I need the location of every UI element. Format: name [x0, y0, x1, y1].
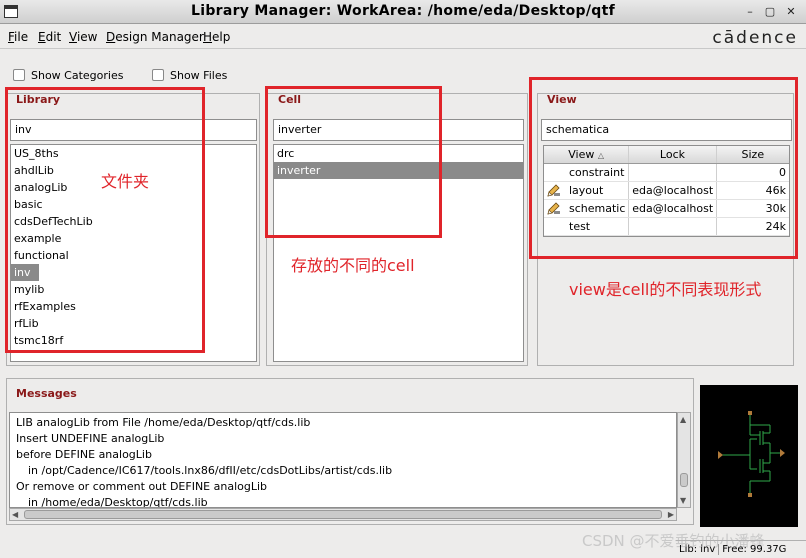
- scroll-left-icon[interactable]: ◀: [12, 510, 18, 519]
- show-categories-toggle[interactable]: Show Categories: [13, 67, 123, 83]
- message-line: Or remove or comment out DEFINE analogLi…: [16, 480, 268, 493]
- show-categories-label: Show Categories: [31, 68, 124, 82]
- view-highlight-box: [529, 77, 798, 259]
- menu-edit[interactable]: Edit: [38, 30, 61, 44]
- message-line: before DEFINE analogLib: [16, 448, 152, 461]
- menu-file[interactable]: File: [8, 30, 28, 44]
- scroll-right-icon[interactable]: ▶: [668, 510, 674, 519]
- menu-view[interactable]: View: [69, 30, 97, 44]
- horizontal-scroll-thumb[interactable]: [24, 510, 662, 519]
- schematic-preview: [700, 385, 798, 527]
- status-lib: Lib: inv: [676, 544, 720, 555]
- window-title: Library Manager: WorkArea: /home/eda/Des…: [191, 3, 615, 19]
- message-lines: LIB analogLib from File /home/eda/Deskto…: [10, 415, 676, 508]
- show-files-toggle[interactable]: Show Files: [152, 67, 227, 83]
- menu-bar: File Edit View Design Manager Help cāden…: [0, 25, 806, 49]
- status-free: Free: 99.37G: [722, 544, 787, 555]
- menu-design-manager[interactable]: Design Manager: [106, 30, 204, 44]
- message-line: in /opt/Cadence/IC617/tools.lnx86/dfII/e…: [28, 464, 393, 477]
- show-files-label: Show Files: [170, 68, 228, 82]
- messages-horizontal-scrollbar[interactable]: ◀ ▶: [9, 508, 677, 521]
- message-line: LIB analogLib from File /home/eda/Deskto…: [16, 416, 311, 429]
- status-bar: Lib: inv Free: 99.37G: [676, 540, 806, 558]
- vertical-scroll-thumb[interactable]: [680, 472, 688, 487]
- cadence-logo: cādence: [712, 28, 798, 48]
- scroll-down-icon[interactable]: ▼: [680, 496, 686, 505]
- maximize-button[interactable]: ▢: [762, 4, 778, 20]
- messages-vertical-scrollbar[interactable]: ▲ ▼: [677, 412, 691, 508]
- messages-log: LIB analogLib from File /home/eda/Deskto…: [9, 412, 677, 508]
- menu-help[interactable]: Help: [203, 30, 230, 44]
- show-categories-checkbox[interactable]: [13, 69, 25, 81]
- view-annotation: view是cell的不同表现形式: [569, 280, 762, 299]
- title-bar: Library Manager: WorkArea: /home/eda/Des…: [0, 0, 806, 24]
- close-button[interactable]: ✕: [783, 4, 799, 20]
- scroll-up-icon[interactable]: ▲: [680, 415, 686, 424]
- cell-annotation: 存放的不同的cell: [291, 256, 415, 275]
- show-files-checkbox[interactable]: [152, 69, 164, 81]
- minimize-button[interactable]: –: [742, 4, 758, 20]
- library-highlight-box: [5, 87, 205, 353]
- cell-highlight-box: [265, 86, 442, 238]
- messages-panel-label: Messages: [16, 387, 77, 400]
- message-line: in /home/eda/Desktop/qtf/cds.lib: [28, 496, 208, 508]
- message-line: Insert UNDEFINE analogLib: [16, 432, 165, 445]
- library-annotation: 文件夹: [101, 172, 150, 191]
- inverter-schematic-icon: [718, 411, 785, 497]
